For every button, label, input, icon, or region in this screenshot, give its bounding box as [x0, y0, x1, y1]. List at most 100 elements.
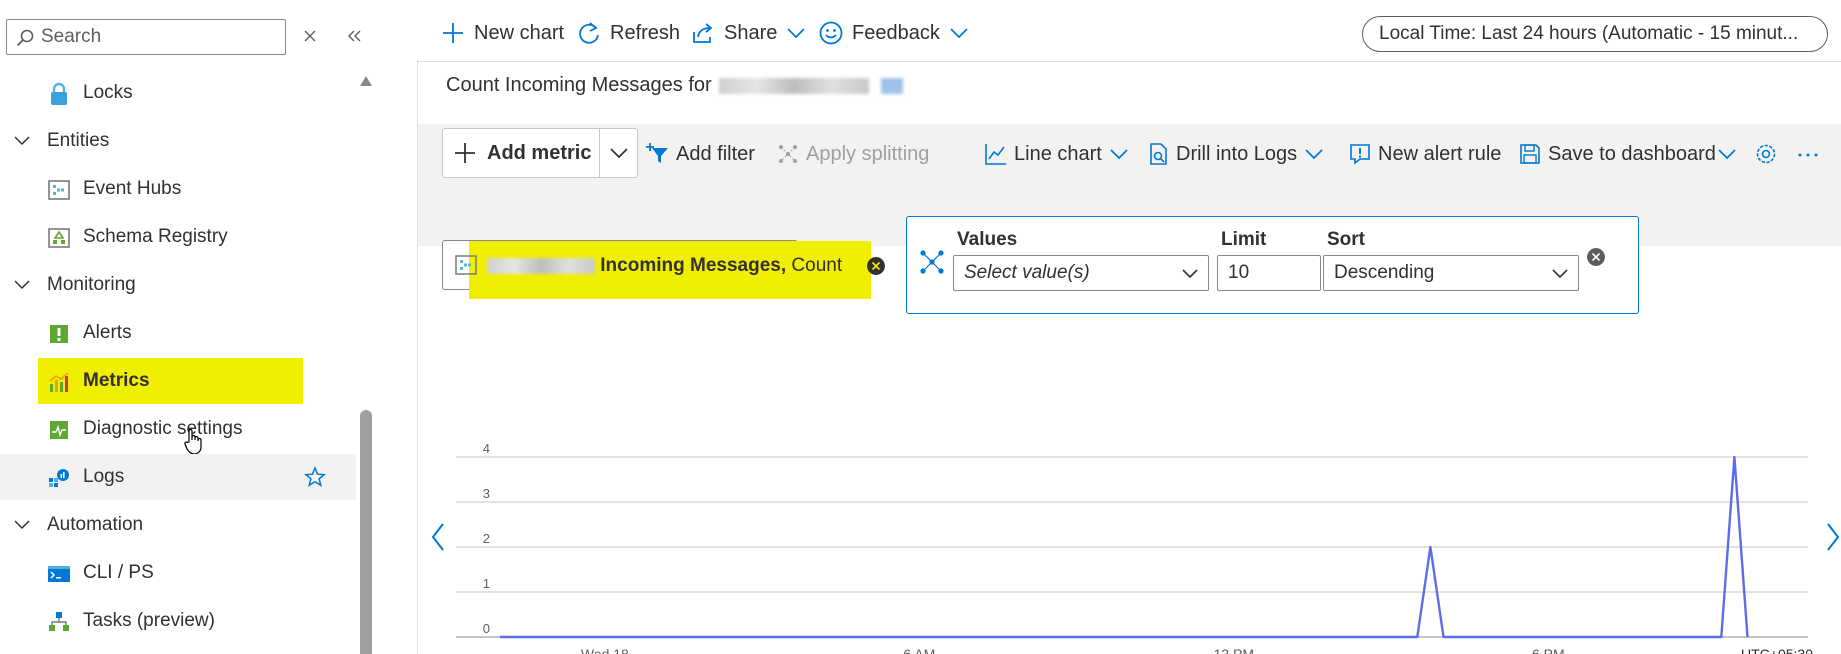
plus-icon [443, 23, 463, 43]
chart-prev-arrow[interactable] [428, 520, 448, 554]
sidebar-item-schema-registry[interactable]: Schema Registry [0, 214, 356, 260]
filter-icon [646, 143, 668, 163]
feedback-button[interactable]: Feedback [818, 18, 970, 48]
scroll-up-arrow[interactable] [360, 76, 372, 86]
limit-input[interactable]: 10 [1217, 255, 1321, 291]
splitting-icon [920, 250, 944, 274]
chart-canvas[interactable]: 0 1 2 3 4 Wed 18 6 AM 12 PM 6 PM UTC+05:30 [418, 380, 1841, 654]
values-label: Values [957, 229, 1018, 250]
share-label: Share [724, 21, 778, 44]
line-chart-button[interactable]: Line chart [984, 140, 1130, 168]
refresh-label: Refresh [610, 21, 681, 44]
chevron-down-icon [1182, 269, 1198, 279]
collapse-sidebar-button[interactable] [340, 22, 368, 50]
star-icon[interactable] [304, 466, 326, 488]
add-filter-button[interactable]: Add filter [646, 140, 755, 168]
chevron-down-icon [950, 28, 968, 39]
redacted-resource-name [487, 257, 595, 274]
y-tick-label: 4 [483, 441, 490, 456]
y-tick-label: 3 [483, 486, 490, 501]
chart-title-text: Count Incoming Messages for [446, 74, 712, 96]
apply-splitting-label: Apply splitting [806, 142, 930, 165]
chart-settings-button[interactable] [1754, 140, 1784, 168]
share-button[interactable]: Share [690, 18, 807, 48]
sidebar-group-label: Entities [47, 130, 110, 151]
sidebar-item-logs[interactable]: Logs [0, 454, 356, 500]
y-tick-label: 0 [483, 621, 490, 636]
search-box[interactable] [6, 19, 286, 55]
sidebar-group-label: Automation [47, 514, 144, 535]
gear-icon [1756, 144, 1776, 164]
chevron-down-icon [14, 520, 30, 530]
double-chevron-left-icon [348, 30, 361, 42]
sort-dropdown[interactable]: Descending [1323, 255, 1579, 291]
sidebar-item-alerts[interactable]: Alerts [0, 310, 356, 356]
redacted-link-icon [880, 77, 903, 94]
metrics-icon [49, 372, 69, 392]
x-tick-label: 6 AM [903, 646, 935, 654]
scrollbar-thumb[interactable] [360, 410, 372, 654]
sidebar-group-entities[interactable]: Entities [0, 118, 356, 164]
sort-label: Sort [1327, 229, 1365, 250]
add-metric-label: Add metric [487, 141, 592, 164]
search-input[interactable] [41, 23, 277, 51]
smiley-icon [819, 21, 843, 45]
metric-name: Incoming Messages, [600, 255, 787, 276]
values-dropdown[interactable]: Select value(s) [953, 255, 1209, 291]
close-splitting-icon[interactable] [1587, 248, 1605, 266]
metric-pill[interactable]: Incoming Messages, Count [442, 240, 885, 299]
search-icon [16, 29, 34, 47]
x-tick-label: Wed 18 [581, 646, 629, 654]
sidebar-item-cli-ps[interactable]: CLI / PS [0, 550, 356, 596]
save-to-dashboard-button[interactable]: Save to dashboard [1518, 140, 1738, 168]
add-metric-split-button: Add metric [442, 128, 638, 178]
drill-into-logs-button[interactable]: Drill into Logs [1146, 140, 1325, 168]
feedback-label: Feedback [852, 21, 940, 44]
y-tick-label: 2 [483, 531, 490, 546]
apply-splitting-button[interactable]: Apply splitting [776, 140, 929, 168]
sidebar-group-label: Monitoring [47, 274, 136, 295]
sidebar-item-label: Locks [83, 82, 133, 103]
y-tick-label: 1 [483, 576, 490, 591]
event-hubs-icon [48, 180, 70, 200]
splitting-panel: Values Select value(s) Limit 10 Sort Des… [906, 216, 1639, 314]
clear-search-button[interactable] [296, 22, 324, 50]
sidebar-scrollbar[interactable] [360, 70, 372, 654]
new-alert-rule-button[interactable]: New alert rule [1348, 140, 1501, 168]
limit-label: Limit [1221, 229, 1267, 250]
sidebar-item-metrics[interactable]: Metrics [0, 358, 356, 404]
remove-metric-icon[interactable] [867, 257, 885, 275]
sidebar-item-diagnostic-settings[interactable]: Diagnostic settings [0, 406, 356, 455]
chart-title[interactable]: Count Incoming Messages for [446, 74, 903, 97]
sidebar-item-label: Diagnostic settings [83, 418, 243, 439]
alert-rule-icon [1350, 144, 1370, 165]
time-range-label: Local Time: Last 24 hours (Automatic - 1… [1379, 23, 1799, 44]
sidebar-group-automation[interactable]: Automation [0, 502, 356, 548]
sidebar-item-label: Alerts [83, 322, 132, 343]
logs-search-icon [1150, 143, 1167, 165]
share-icon [693, 23, 713, 43]
sidebar-item-label: Metrics [83, 370, 150, 391]
new-chart-button[interactable]: New chart [440, 18, 564, 48]
sidebar-item-event-hubs[interactable]: Event Hubs [0, 166, 356, 212]
values-placeholder: Select value(s) [964, 262, 1090, 283]
add-metric-dropdown[interactable] [599, 129, 637, 177]
more-options-button[interactable] [1796, 140, 1826, 168]
time-range-picker[interactable]: Local Time: Last 24 hours (Automatic - 1… [1362, 16, 1828, 52]
cli-icon [48, 566, 70, 582]
lock-icon [51, 82, 67, 105]
sidebar-group-monitoring[interactable]: Monitoring [0, 262, 356, 308]
limit-value: 10 [1228, 262, 1250, 283]
chevron-down-icon [1718, 149, 1736, 160]
sidebar-item-locks[interactable]: Locks [0, 70, 356, 116]
add-metric-button[interactable]: Add metric [443, 129, 599, 177]
drill-into-logs-label: Drill into Logs [1176, 142, 1298, 165]
refresh-button[interactable]: Refresh [576, 18, 680, 48]
tasks-icon [49, 612, 69, 631]
chart-next-arrow[interactable] [1823, 520, 1841, 554]
line-chart-icon [985, 144, 1006, 165]
sidebar-item-tasks[interactable]: Tasks (preview) [0, 598, 356, 644]
command-bar: New chart Refresh Share Feedback Local T… [418, 0, 1841, 62]
chevron-down-icon [609, 148, 628, 159]
sort-value: Descending [1334, 262, 1435, 283]
